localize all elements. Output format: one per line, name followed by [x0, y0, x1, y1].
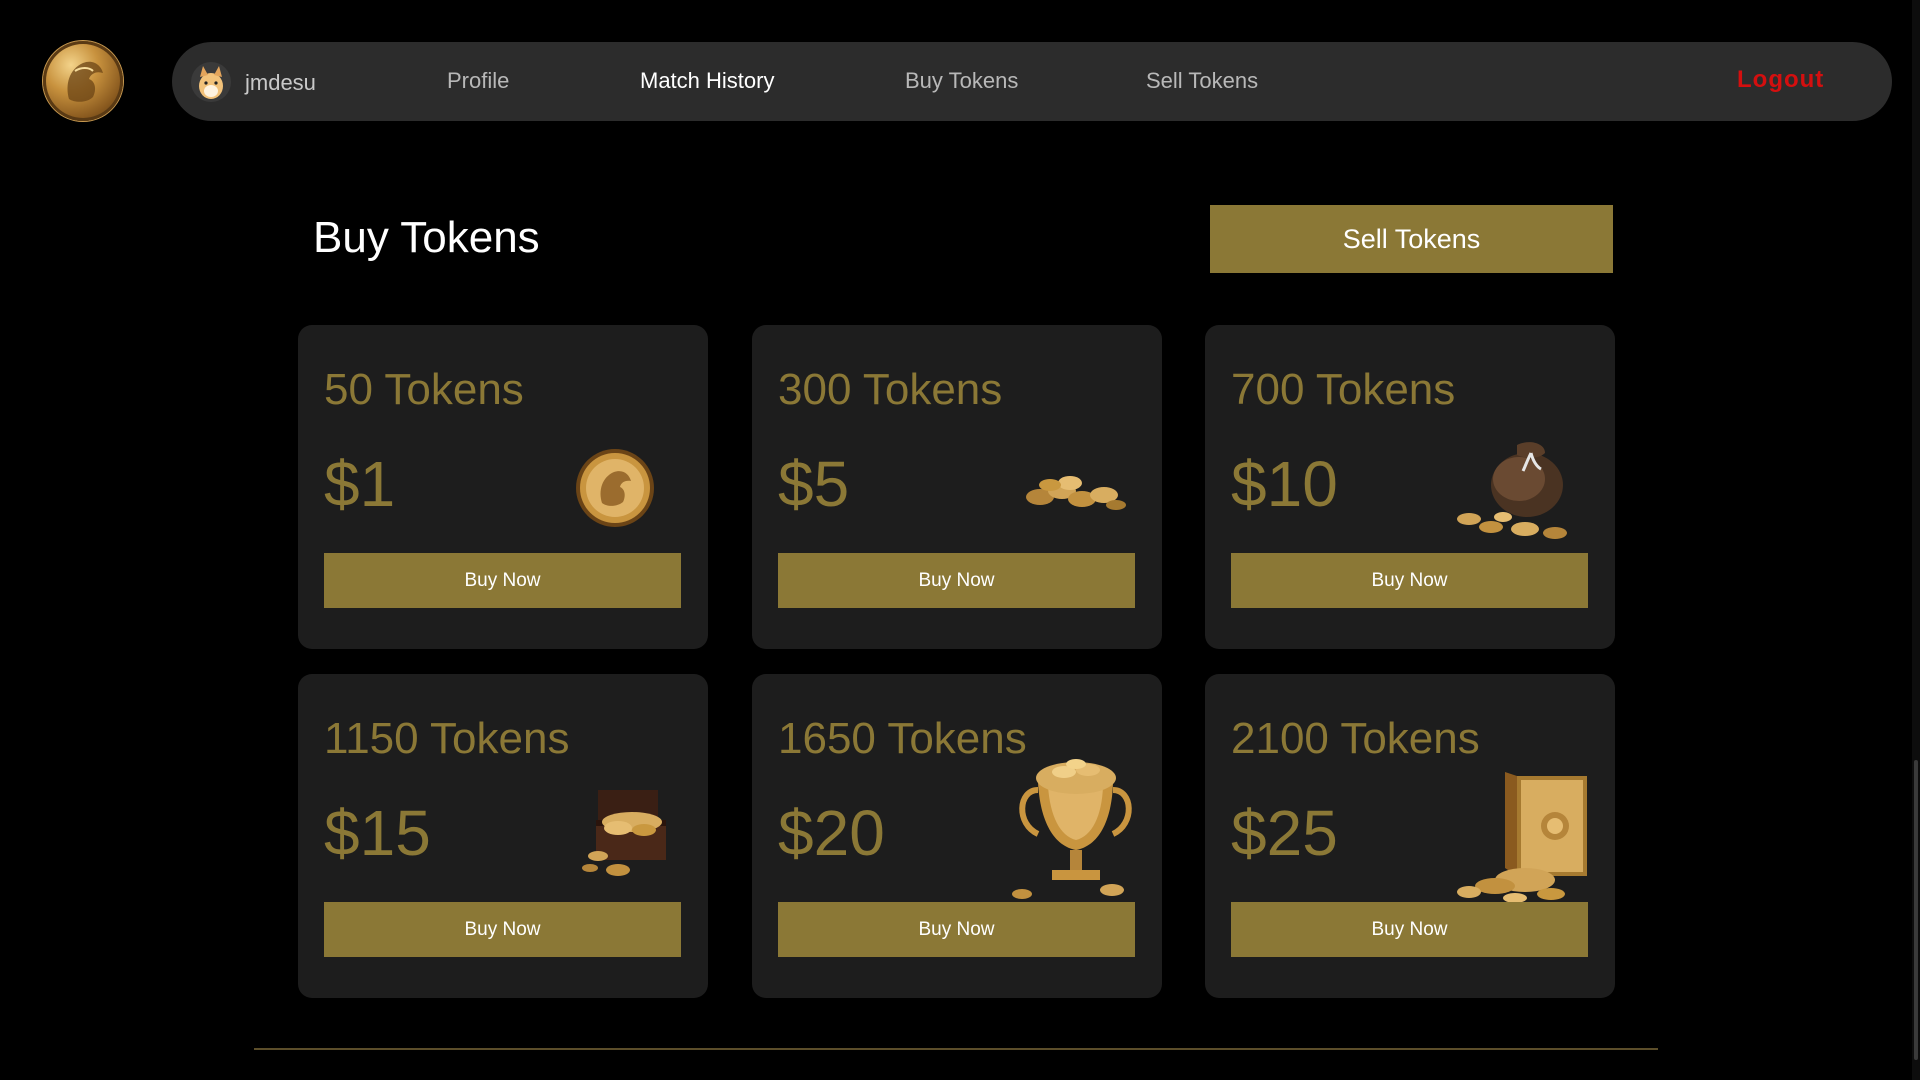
- nav-link-match-history[interactable]: Match History: [640, 68, 774, 94]
- page-scrollbar[interactable]: [1912, 0, 1920, 1080]
- package-tokens: 2100 Tokens: [1231, 714, 1480, 763]
- package-price: $20: [778, 797, 885, 869]
- scrollbar-thumb[interactable]: [1914, 760, 1918, 1060]
- token-package-card: 2100 Tokens $25 Buy Now: [1205, 674, 1615, 998]
- package-tokens: 50 Tokens: [324, 365, 524, 414]
- package-price: $25: [1231, 797, 1338, 869]
- nav-username[interactable]: jmdesu: [245, 70, 316, 96]
- package-price: $5: [778, 448, 850, 520]
- single-coin-icon: [574, 447, 656, 534]
- user-avatar[interactable]: [190, 61, 232, 103]
- token-package-card: 1150 Tokens $15 Buy Now: [298, 674, 708, 998]
- package-price: $10: [1231, 448, 1338, 520]
- page-title: Buy Tokens: [313, 213, 540, 262]
- brand-logo-icon[interactable]: [43, 41, 123, 121]
- safe-vault-icon: [1455, 768, 1595, 909]
- logout-link[interactable]: Logout: [1737, 66, 1824, 94]
- buy-now-button[interactable]: Buy Now: [324, 902, 681, 957]
- buy-now-button[interactable]: Buy Now: [778, 902, 1135, 957]
- sell-tokens-button[interactable]: Sell Tokens: [1210, 205, 1613, 273]
- package-price: $15: [324, 797, 431, 869]
- footer-divider: [254, 1048, 1658, 1050]
- package-tokens: 1150 Tokens: [324, 714, 570, 763]
- package-price: $1: [324, 448, 396, 520]
- top-navbar: jmdesu Profile Match History Buy Tokens …: [172, 42, 1892, 121]
- coin-sack-icon: [1455, 433, 1580, 550]
- package-tokens: 1650 Tokens: [778, 714, 1027, 763]
- buy-now-button[interactable]: Buy Now: [778, 553, 1135, 608]
- token-package-card: 50 Tokens $1 Buy Now: [298, 325, 708, 649]
- buy-now-button[interactable]: Buy Now: [1231, 902, 1588, 957]
- token-package-card: 300 Tokens $5 Buy Now: [752, 325, 1162, 649]
- buy-now-button[interactable]: Buy Now: [1231, 553, 1588, 608]
- package-tokens: 700 Tokens: [1231, 365, 1456, 414]
- coin-pile-icon: [1020, 465, 1130, 520]
- buy-now-button[interactable]: Buy Now: [324, 553, 681, 608]
- nav-link-profile[interactable]: Profile: [447, 68, 509, 94]
- token-package-card: 1650 Tokens $20 Buy Now: [752, 674, 1162, 998]
- trophy-cup-icon: [1008, 750, 1143, 905]
- token-package-card: 700 Tokens $10 Buy Now: [1205, 325, 1615, 649]
- nav-link-buy-tokens[interactable]: Buy Tokens: [905, 68, 1018, 94]
- nav-link-sell-tokens[interactable]: Sell Tokens: [1146, 68, 1258, 94]
- package-tokens: 300 Tokens: [778, 365, 1003, 414]
- treasure-chest-icon: [578, 782, 678, 887]
